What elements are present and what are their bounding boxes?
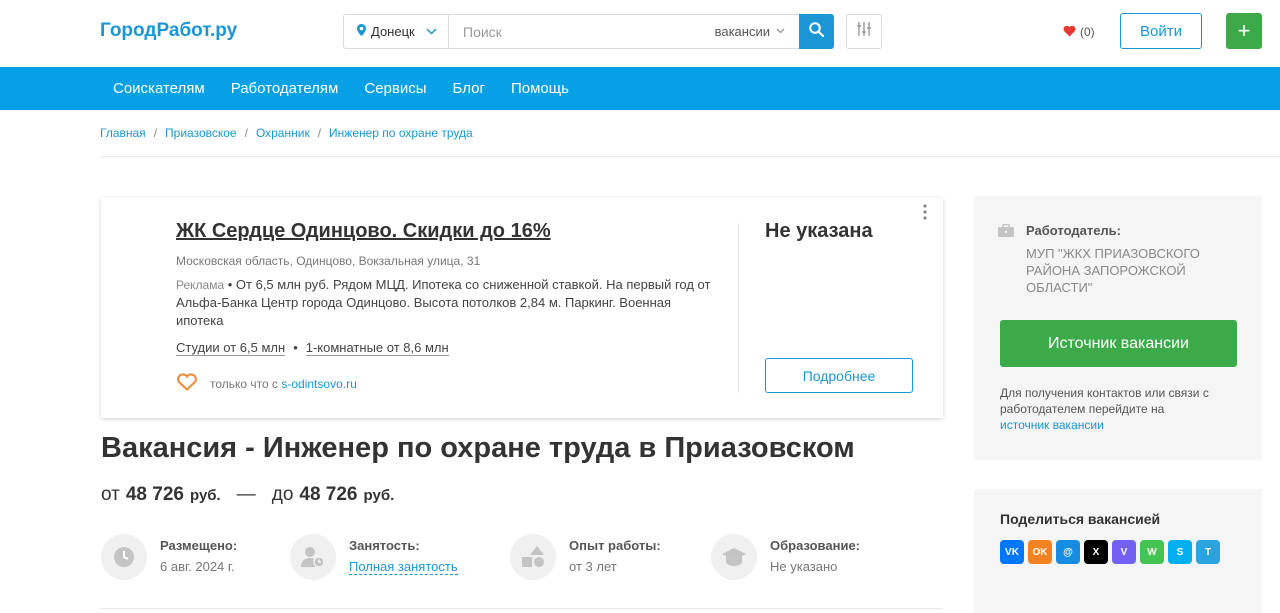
divider [100,156,1280,157]
fact-experience: Опыт работы: от 3 лет [510,534,661,580]
graduation-cap-icon [711,534,757,580]
vacancy-source-button[interactable]: Источник вакансии [1000,320,1237,367]
fact-education: Образование: Не указано [711,534,860,580]
site-logo[interactable]: ГородРабот.ру [100,20,237,42]
chevron-down-icon [426,26,437,38]
add-vacancy-button[interactable]: + [1226,13,1262,49]
salary-currency: руб. [189,487,221,504]
skype-icon[interactable]: S [1168,540,1192,564]
breadcrumb-home[interactable]: Главная [100,126,146,140]
ad-block: ЖК Сердце Одинцово. Скидки до 16% Москов… [101,198,943,418]
filter-button[interactable] [846,14,882,49]
favorites-link[interactable]: (0) [1063,24,1095,40]
odnoklassniki-icon[interactable]: OK [1028,540,1052,564]
more-options-icon[interactable] [923,204,927,224]
nav-item-employers[interactable]: Работодателям [231,80,339,97]
employment-link[interactable]: Полная занятость [349,559,458,575]
fact-value: от 3 лет [569,559,617,574]
breadcrumb: Главная / Приазовское / Охранник / Инжен… [100,126,473,140]
salary-currency: руб. [363,487,395,504]
fact-value: 6 авг. 2024 г. [160,559,235,574]
chevron-down-icon [776,26,785,37]
salary-to-prefix: до [271,484,294,505]
city-label: Донецк [371,24,415,39]
vacancy-title: Вакансия - Инженер по охране труда в При… [101,432,855,464]
fact-employment: Занятость: Полная занятость [290,534,458,580]
fact-label: Опыт работы: [569,538,661,553]
ad-price: Не указана [765,220,873,242]
ad-source-link[interactable]: s-odintsovo.ru [281,377,356,391]
favorites-count: (0) [1080,25,1095,39]
fact-label: Занятость: [349,538,420,553]
salary-from: 48 726 [125,484,184,505]
header: ГородРабот.ру Донецк Поиск вакансии (0) … [0,0,1280,67]
ad-more-button[interactable]: Подробнее [765,358,913,393]
breadcrumb-category[interactable]: Охранник [256,126,310,140]
moimir-icon[interactable]: @ [1056,540,1080,564]
filter-sliders-icon [857,21,871,42]
ad-label: Реклама [176,278,225,292]
search-bar: Донецк Поиск вакансии [343,14,834,49]
clock-icon [101,534,147,580]
fact-value: Не указано [770,559,838,574]
salary-from-prefix: от [101,484,120,505]
briefcase-icon [998,223,1014,242]
nav-item-help[interactable]: Помощь [511,80,569,97]
salary-separator: — [236,484,256,505]
vk-icon[interactable]: VK [1000,540,1024,564]
ad-link-studios[interactable]: Студии от 6,5 млн [176,340,286,356]
fact-label: Образование: [770,538,861,553]
employer-label: Работодатель: [1026,223,1121,238]
fact-posted: Размещено: 6 авг. 2024 г. [101,534,237,580]
source-note: Для получения контактов или связи с рабо… [1000,385,1210,433]
ad-links: Студии от 6,5 млн • 1-комнатные от 8,6 м… [176,340,449,356]
breadcrumb-city[interactable]: Приазовское [165,126,237,140]
nav-item-jobseekers[interactable]: Соискателям [113,80,205,97]
ad-source-prefix: только что с [210,376,279,391]
telegram-icon[interactable]: T [1196,540,1220,564]
location-pin-icon [357,24,366,39]
breadcrumb-separator: / [317,126,322,140]
breadcrumb-current[interactable]: Инженер по охране труда [329,126,473,140]
divider [100,608,943,609]
nav-item-services[interactable]: Сервисы [364,80,426,97]
search-type-label: вакансии [714,24,770,39]
fact-label: Размещено: [160,538,238,553]
search-icon [809,21,825,42]
ad-divider [738,223,739,393]
x-icon[interactable]: X [1084,540,1108,564]
breadcrumb-separator: / [244,126,248,140]
share-icons: VK OK @ X V W S T [1000,540,1220,564]
ad-title[interactable]: ЖК Сердце Одинцово. Скидки до 16% [176,220,551,243]
bullet-separator: • [293,340,298,355]
search-button[interactable] [799,14,834,49]
city-selector[interactable]: Донецк [344,15,449,48]
share-box: Поделиться вакансией VK OK @ X V W S T [974,489,1262,613]
ad-description: Реклама • От 6,5 млн руб. Рядом МЦД. Ипо… [176,276,716,330]
nav-item-blog[interactable]: Блог [453,80,485,97]
search-type-selector[interactable]: вакансии [715,15,799,48]
whatsapp-icon[interactable]: W [1140,540,1164,564]
share-title: Поделиться вакансией [1000,511,1161,527]
source-note-text: Для получения контактов или связи с рабо… [1000,386,1209,416]
salary-to: 48 726 [299,484,358,505]
search-input[interactable]: Поиск [449,15,715,48]
login-button[interactable]: Войти [1120,13,1202,49]
ad-description-text: • От 6,5 млн руб. Рядом МЦД. Ипотека со … [176,277,711,328]
vacancy-facts: Размещено: 6 авг. 2024 г. Занятость: Пол… [101,534,943,584]
salary: от 48 726 руб. — до 48 726 руб. [101,484,394,506]
shapes-icon [510,534,556,580]
breadcrumb-separator: / [153,126,158,140]
employer-name: МУП "ЖКХ ПРИАЗОВСКОГО РАЙОНА ЗАПОРОЖСКОЙ… [1026,246,1200,295]
employer-box: Работодатель: МУП "ЖКХ ПРИАЗОВСКОГО РАЙО… [974,196,1262,460]
source-note-link[interactable]: источник вакансии [1000,418,1104,432]
heart-icon [1063,24,1076,40]
ad-source: только что с s-odintsovo.ru [176,373,357,394]
main-nav: Соискателям Работодателям Сервисы Блог П… [0,67,1280,110]
user-clock-icon [290,534,336,580]
ad-address: Московская область, Одинцово, Вокзальная… [176,254,481,268]
heart-outline-icon [176,373,198,394]
viber-icon[interactable]: V [1112,540,1136,564]
ad-link-one-room[interactable]: 1-комнатные от 8,6 млн [305,340,449,356]
